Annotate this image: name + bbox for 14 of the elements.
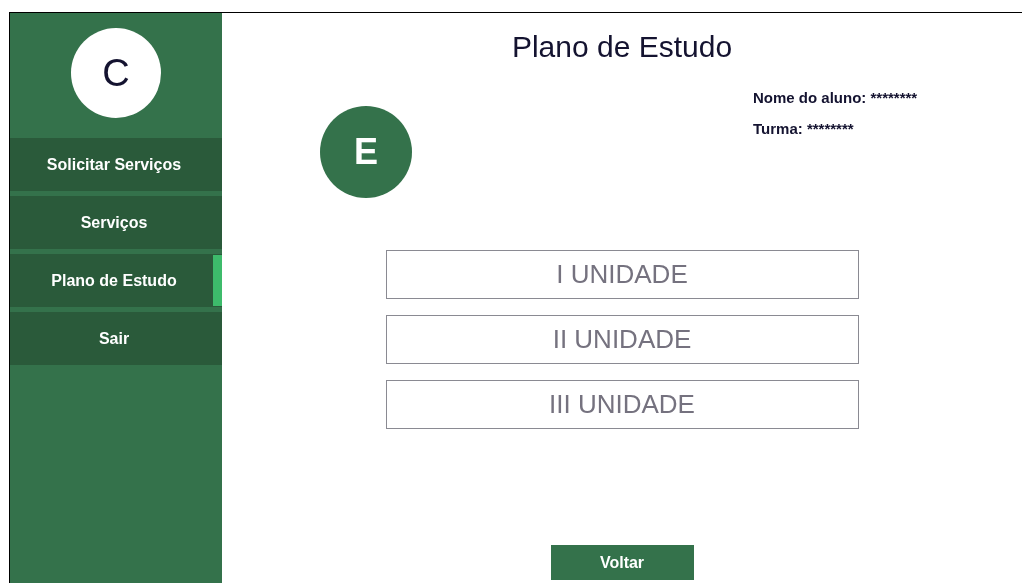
unit-button[interactable]: I UNIDADE <box>385 250 859 299</box>
back-button[interactable]: Voltar <box>550 545 694 580</box>
avatar: C <box>71 28 161 118</box>
sidebar-item[interactable]: Serviços <box>10 196 222 249</box>
avatar: E <box>320 106 412 198</box>
unit-button[interactable]: II UNIDADE <box>385 315 859 364</box>
active-indicator <box>213 255 222 306</box>
sidebar-item[interactable]: Solicitar Serviços <box>10 138 222 191</box>
unit-button[interactable]: III UNIDADE <box>385 380 859 429</box>
student-name: Nome do aluno: ******** <box>753 88 918 108</box>
sidebar-item[interactable]: Plano de Estudo <box>10 254 222 307</box>
page-title: Plano de Estudo <box>511 29 733 65</box>
student-class: Turma: ******** <box>753 118 855 139</box>
sidebar-item[interactable]: Sair <box>10 312 222 365</box>
